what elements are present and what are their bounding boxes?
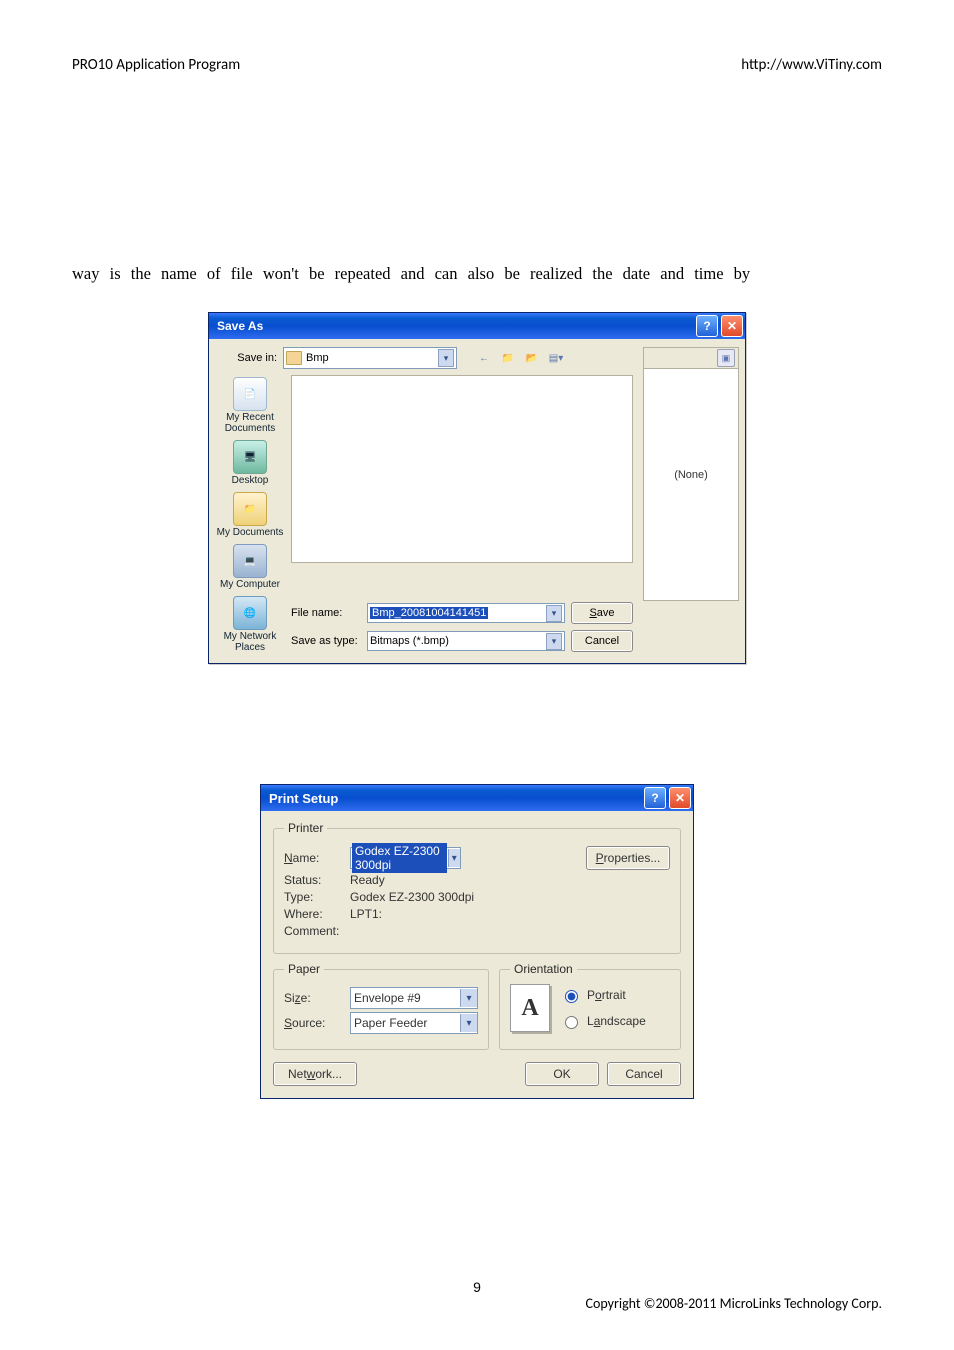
places-bar: 📄 My Recent Documents 🖥 Desktop 📁 My Doc… (215, 375, 285, 653)
type-label: Type: (284, 890, 342, 904)
my-documents-icon: 📁 (233, 492, 267, 526)
type-value: Godex EZ-2300 300dpi (350, 890, 474, 904)
new-folder-icon[interactable]: 📂 (523, 349, 541, 367)
save-in-value: Bmp (306, 352, 329, 364)
place-network[interactable]: 🌐 My Network Places (224, 596, 277, 653)
file-name-value: Bmp_20081004141451 (370, 607, 488, 619)
back-icon[interactable]: ← (475, 349, 493, 367)
place-documents[interactable]: 📁 My Documents (217, 492, 284, 538)
save-button[interactable]: Save (571, 602, 633, 624)
place-computer[interactable]: 💻 My Computer (220, 544, 280, 590)
save-in-label: Save in: (215, 352, 277, 364)
print-setup-dialog: Print Setup ? ✕ Printer Name: Godex EZ-2… (260, 784, 694, 1099)
help-button[interactable]: ? (644, 787, 666, 809)
paper-size-value: Envelope #9 (351, 991, 424, 1005)
save-type-label: Save as type: (291, 635, 361, 647)
my-computer-icon: 💻 (233, 544, 267, 578)
orientation-legend: Orientation (510, 962, 577, 976)
printer-group: Printer Name: Godex EZ-2300 300dpi ▾ Pro… (273, 821, 681, 954)
up-folder-icon[interactable]: 📁 (499, 349, 517, 367)
chevron-down-icon[interactable]: ▾ (448, 849, 460, 867)
orientation-preview-icon: A (510, 984, 550, 1032)
save-type-dropdown[interactable]: Bitmaps (*.bmp) ▾ (367, 631, 565, 651)
views-icon[interactable]: ▤▾ (547, 349, 565, 367)
properties-button[interactable]: Properties... (586, 846, 670, 870)
chevron-down-icon[interactable]: ▾ (460, 1014, 477, 1032)
cancel-button[interactable]: Cancel (607, 1062, 681, 1086)
chevron-down-icon[interactable]: ▾ (546, 633, 562, 650)
where-label: Where: (284, 907, 342, 921)
ok-button[interactable]: OK (525, 1062, 599, 1086)
save-in-dropdown[interactable]: Bmp ▾ (283, 347, 457, 369)
size-label: Size: (284, 991, 342, 1005)
save-as-titlebar[interactable]: Save As ? ✕ (209, 313, 745, 339)
header-right: http://www.ViTiny.com (741, 56, 882, 74)
paper-source-dropdown[interactable]: Paper Feeder ▾ (350, 1012, 478, 1034)
chevron-down-icon[interactable]: ▾ (438, 349, 454, 367)
comment-label: Comment: (284, 924, 342, 938)
page-number: 9 (0, 1279, 954, 1295)
file-name-input[interactable]: Bmp_20081004141451 ▾ (367, 603, 565, 623)
preview-toggle-icon[interactable]: ▣ (717, 349, 735, 367)
place-desktop[interactable]: 🖥 Desktop (232, 440, 269, 486)
source-label: Source: (284, 1016, 342, 1030)
file-list[interactable] (291, 375, 633, 563)
status-value: Ready (350, 873, 385, 887)
body-text: way is the name of file won't be repeate… (72, 264, 882, 284)
network-places-icon: 🌐 (233, 596, 267, 630)
orientation-group: Orientation A Portrait Landscape (499, 962, 681, 1050)
portrait-radio[interactable]: Portrait (560, 987, 646, 1003)
paper-group: Paper Size: Envelope #9 ▾ Source: Paper … (273, 962, 489, 1050)
network-button[interactable]: Network... (273, 1062, 357, 1086)
file-name-label: File name: (291, 607, 361, 619)
folder-icon (286, 351, 302, 365)
close-button[interactable]: ✕ (669, 787, 691, 809)
paper-size-dropdown[interactable]: Envelope #9 ▾ (350, 987, 478, 1009)
save-as-title: Save As (217, 319, 693, 333)
header-left: PRO10 Application Program (72, 56, 240, 74)
paper-source-value: Paper Feeder (351, 1016, 430, 1030)
where-value: LPT1: (350, 907, 382, 921)
chevron-down-icon[interactable]: ▾ (546, 605, 562, 622)
print-setup-title: Print Setup (269, 791, 641, 806)
status-label: Status: (284, 873, 342, 887)
help-button[interactable]: ? (696, 315, 718, 337)
printer-name-label: Name: (284, 851, 342, 865)
print-setup-titlebar[interactable]: Print Setup ? ✕ (261, 785, 693, 811)
printer-name-value: Godex EZ-2300 300dpi (352, 843, 447, 873)
printer-name-dropdown[interactable]: Godex EZ-2300 300dpi ▾ (350, 847, 461, 869)
save-type-value: Bitmaps (*.bmp) (370, 635, 449, 647)
recent-documents-icon: 📄 (233, 377, 267, 411)
printer-legend: Printer (284, 821, 327, 835)
paper-legend: Paper (284, 962, 324, 976)
close-button[interactable]: ✕ (721, 315, 743, 337)
preview-none-text: (None) (644, 469, 738, 481)
save-as-dialog: Save As ? ✕ Save in: Bmp ▾ ← 📁 📂 ▤▾ (208, 312, 746, 664)
copyright-text: Copyright ©2008-2011 MicroLinks Technolo… (586, 1295, 882, 1312)
preview-pane: ▣ (None) (643, 347, 739, 601)
landscape-radio[interactable]: Landscape (560, 1013, 646, 1029)
cancel-button[interactable]: Cancel (571, 630, 633, 652)
place-recent[interactable]: 📄 My Recent Documents (225, 377, 276, 434)
desktop-icon: 🖥 (233, 440, 267, 474)
page-header: PRO10 Application Program http://www.ViT… (72, 56, 882, 74)
chevron-down-icon[interactable]: ▾ (460, 989, 477, 1007)
